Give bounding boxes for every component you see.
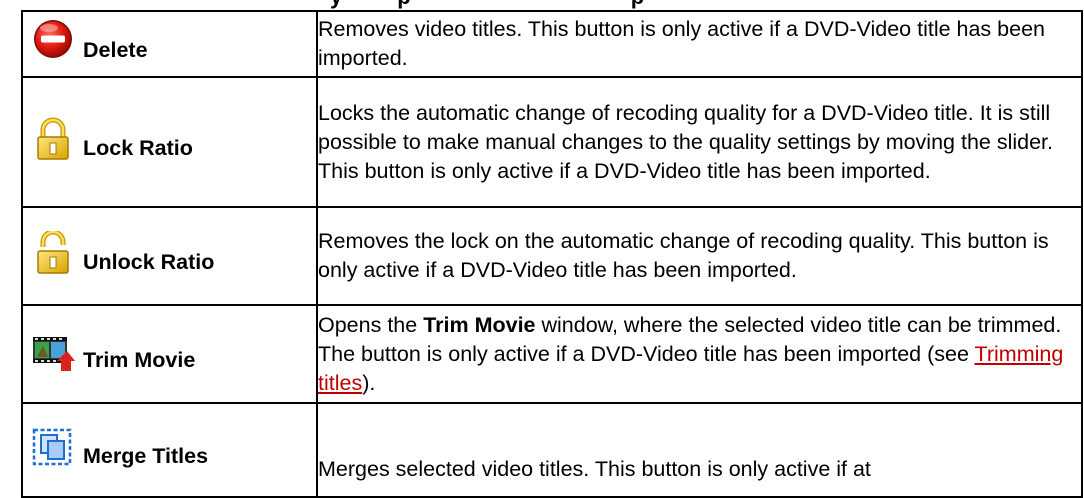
row-label: Delete <box>83 37 148 62</box>
table-row: Unlock Ratio Removes the lock on the aut… <box>21 206 1083 306</box>
merge-titles-icon <box>31 425 75 469</box>
description-text: Opens the <box>318 312 424 337</box>
label-cell: Trim Movie <box>21 304 318 404</box>
description-cell: Removes video titles. This button is onl… <box>316 10 1083 78</box>
description-cell: Removes the lock on the automatic change… <box>316 206 1083 306</box>
row-label: Unlock Ratio <box>83 249 215 274</box>
description-text: ). <box>362 370 376 395</box>
unlock-icon <box>31 229 75 275</box>
delete-icon <box>31 19 75 63</box>
description-cell: Opens the Trim Movie window, where the s… <box>316 304 1083 404</box>
label-cell: Unlock Ratio <box>21 206 318 306</box>
label-cell: Delete <box>21 10 318 78</box>
lock-icon <box>31 117 75 161</box>
table-row: Lock Ratio Locks the automatic change of… <box>21 76 1083 208</box>
description-cell: Merges selected video titles. This butto… <box>316 402 1083 498</box>
button-reference-table: Delete Removes video titles. This button… <box>21 10 1083 498</box>
trim-movie-icon <box>31 329 75 373</box>
cut-off-heading: y p p <box>330 0 644 10</box>
label-cell: Lock Ratio <box>21 76 318 208</box>
row-label: Trim Movie <box>83 347 196 372</box>
table-row: Delete Removes video titles. This button… <box>21 10 1083 78</box>
table-row: Trim Movie Opens the Trim Movie window, … <box>21 304 1083 404</box>
row-label: Lock Ratio <box>83 135 193 160</box>
table-row: Merge Titles Merges selected video title… <box>21 402 1083 498</box>
label-cell: Merge Titles <box>21 402 318 498</box>
trim-movie-bold: Trim Movie <box>423 312 536 337</box>
row-label: Merge Titles <box>83 443 209 468</box>
description-cell: Locks the automatic change of recoding q… <box>316 76 1083 208</box>
